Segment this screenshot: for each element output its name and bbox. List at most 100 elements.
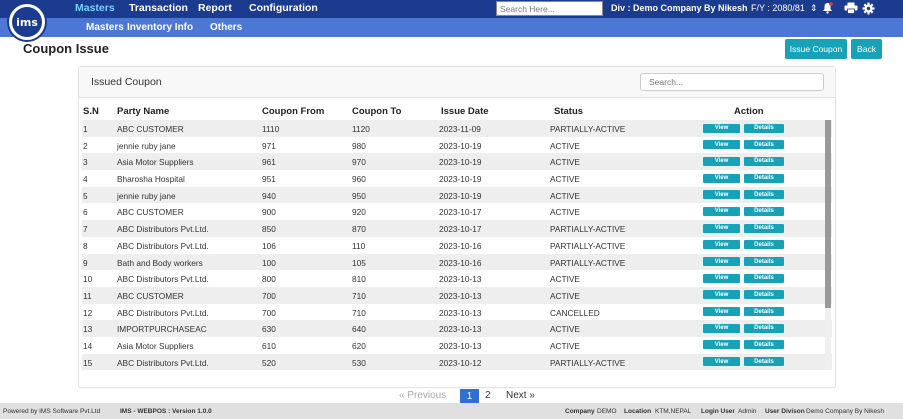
page-title: Coupon Issue bbox=[23, 41, 109, 56]
view-button[interactable]: View bbox=[703, 273, 740, 283]
view-button[interactable]: View bbox=[703, 156, 740, 166]
table-row: 13 IMPORTPURCHASEAC 630 640 2023-10-13 ACTIVE… bbox=[82, 320, 832, 337]
pagination-next[interactable]: Next » bbox=[506, 390, 535, 401]
chevron-updown-icon[interactable]: ⇕ bbox=[810, 2, 818, 15]
back-button[interactable]: Back bbox=[851, 39, 882, 59]
details-button[interactable]: Details bbox=[744, 307, 784, 317]
details-button[interactable]: Details bbox=[744, 340, 784, 350]
table-row: 7 ABC Distributors Pvt.Ltd. 850 870 2023-10-… bbox=[82, 220, 832, 237]
details-button[interactable]: Details bbox=[744, 257, 784, 266]
header-coupon-from[interactable]: Coupon From bbox=[262, 106, 324, 117]
cell-sn: 1 bbox=[83, 124, 88, 134]
cell-coupon-from: 1110 bbox=[262, 124, 280, 134]
cell-issue-date: 2023-10-13 bbox=[439, 290, 482, 301]
view-button[interactable]: View bbox=[703, 190, 740, 200]
header-coupon-to[interactable]: Coupon To bbox=[352, 106, 401, 117]
view-button[interactable]: View bbox=[703, 323, 740, 333]
view-button[interactable]: View bbox=[703, 240, 740, 250]
cell-coupon-to: 710 bbox=[352, 290, 366, 301]
cell-coupon-to: 870 bbox=[352, 224, 366, 235]
table-row: 4 Bharosha Hospital 951 960 2023-10-19 ACTIVE… bbox=[82, 170, 832, 187]
cell-issue-date: 2023-10-19 bbox=[439, 190, 482, 201]
table-body: 1 ABC CUSTOMER 1110 1120 2023-11-09 PARTIALLY… bbox=[82, 120, 832, 371]
cell-coupon-to: 970 bbox=[352, 157, 366, 168]
cell-party-name: Bath and Body workers bbox=[117, 257, 203, 268]
issue-coupon-button[interactable]: Issue Coupon bbox=[785, 39, 847, 59]
cell-status: ACTIVE bbox=[550, 190, 580, 201]
subnav-inventory-info[interactable]: Inventory Info bbox=[127, 22, 193, 33]
cell-status: ACTIVE bbox=[550, 274, 580, 285]
cell-status: ACTIVE bbox=[550, 324, 580, 335]
details-button[interactable]: Details bbox=[744, 273, 784, 283]
nav-transaction[interactable]: Transaction bbox=[129, 2, 188, 14]
cell-sn: 4 bbox=[83, 174, 88, 185]
details-button[interactable]: Details bbox=[744, 190, 784, 200]
cell-issue-date: 2023-11-09 bbox=[439, 124, 481, 134]
view-button[interactable]: View bbox=[703, 223, 740, 233]
cell-status: PARTIALLY-ACTIVE bbox=[550, 124, 626, 134]
details-button[interactable]: Details bbox=[744, 290, 784, 300]
nav-configuration[interactable]: Configuration bbox=[249, 2, 318, 14]
bell-icon[interactable] bbox=[822, 2, 833, 18]
details-button[interactable]: Details bbox=[744, 140, 784, 150]
details-button[interactable]: Details bbox=[744, 123, 784, 133]
header-status[interactable]: Status bbox=[554, 106, 583, 117]
details-button[interactable]: Details bbox=[744, 323, 784, 333]
table-scrollbar-thumb[interactable] bbox=[825, 120, 831, 308]
view-button[interactable]: View bbox=[703, 290, 740, 300]
global-search-input[interactable] bbox=[496, 1, 603, 16]
table-search-input[interactable] bbox=[640, 73, 824, 91]
cell-party-name: IMPORTPURCHASEAC bbox=[117, 324, 207, 335]
view-button[interactable]: View bbox=[703, 140, 740, 150]
gear-icon[interactable] bbox=[862, 2, 875, 19]
cell-party-name: Asia Motor Suppliers bbox=[117, 340, 194, 351]
cell-coupon-from: 630 bbox=[262, 324, 276, 335]
print-icon[interactable] bbox=[844, 2, 858, 18]
cell-coupon-from: 900 bbox=[262, 207, 276, 218]
header-issue-date[interactable]: Issue Date bbox=[441, 106, 489, 117]
cell-coupon-to: 980 bbox=[352, 140, 366, 151]
cell-status: ACTIVE bbox=[550, 140, 580, 151]
details-button[interactable]: Details bbox=[744, 173, 784, 183]
nav-report[interactable]: Report bbox=[198, 2, 232, 14]
footer-version: IMS - WEBPOS : Version 1.0.0 bbox=[120, 408, 212, 415]
table-row: 12 ABC Distributors Pvt.Ltd. 700 710 2023-10… bbox=[82, 304, 832, 321]
nav-masters[interactable]: Masters bbox=[75, 2, 115, 14]
header-party-name[interactable]: Party Name bbox=[117, 106, 169, 117]
subnav-others[interactable]: Others bbox=[210, 22, 242, 33]
footer-powered-by: Powered by IMS Software Pvt.Ltd bbox=[3, 408, 101, 415]
subnav-masters[interactable]: Masters bbox=[86, 22, 124, 33]
view-button[interactable]: View bbox=[703, 340, 740, 350]
view-button[interactable]: View bbox=[703, 123, 740, 133]
ims-logo[interactable]: ims bbox=[7, 2, 47, 42]
cell-party-name: jennie ruby jane bbox=[117, 190, 176, 201]
view-button[interactable]: View bbox=[703, 173, 740, 183]
pagination-previous[interactable]: « Previous bbox=[399, 390, 446, 401]
details-button[interactable]: Details bbox=[744, 240, 784, 250]
details-button[interactable]: Details bbox=[744, 223, 784, 233]
cell-sn: 5 bbox=[83, 190, 88, 201]
details-button[interactable]: Details bbox=[744, 357, 784, 367]
card-title: Issued Coupon bbox=[91, 76, 162, 88]
view-button[interactable]: View bbox=[703, 357, 740, 367]
cell-status: ACTIVE bbox=[550, 174, 580, 185]
cell-issue-date: 2023-10-19 bbox=[439, 174, 482, 185]
details-button[interactable]: Details bbox=[744, 156, 784, 166]
header-sn[interactable]: S.N bbox=[83, 106, 99, 117]
details-button[interactable]: Details bbox=[744, 206, 784, 216]
view-button[interactable]: View bbox=[703, 257, 740, 266]
cell-issue-date: 2023-10-17 bbox=[439, 207, 482, 218]
footer-division-value: Demo Company By Nikesh bbox=[806, 408, 885, 415]
cell-coupon-to: 960 bbox=[352, 174, 366, 185]
view-button[interactable]: View bbox=[703, 307, 740, 317]
table-row: 8 ABC Distributors Pvt.Ltd. 106 110 2023-10-… bbox=[82, 237, 832, 254]
cell-coupon-from: 520 bbox=[262, 357, 276, 368]
pagination-page-1[interactable]: 1 bbox=[460, 389, 479, 403]
table-row: 10 ABC Distributors Pvt.Ltd. 800 810 2023-10… bbox=[82, 270, 832, 287]
cell-issue-date: 2023-10-16 bbox=[439, 240, 482, 251]
table-row: 15 ABC Distributors Pvt.Ltd. 520 530 2023-10… bbox=[82, 353, 832, 371]
view-button[interactable]: View bbox=[703, 206, 740, 216]
pagination-page-2[interactable]: 2 bbox=[485, 390, 491, 401]
cell-coupon-to: 530 bbox=[352, 357, 366, 368]
cell-party-name: ABC Distributors Pvt.Ltd. bbox=[117, 224, 209, 235]
